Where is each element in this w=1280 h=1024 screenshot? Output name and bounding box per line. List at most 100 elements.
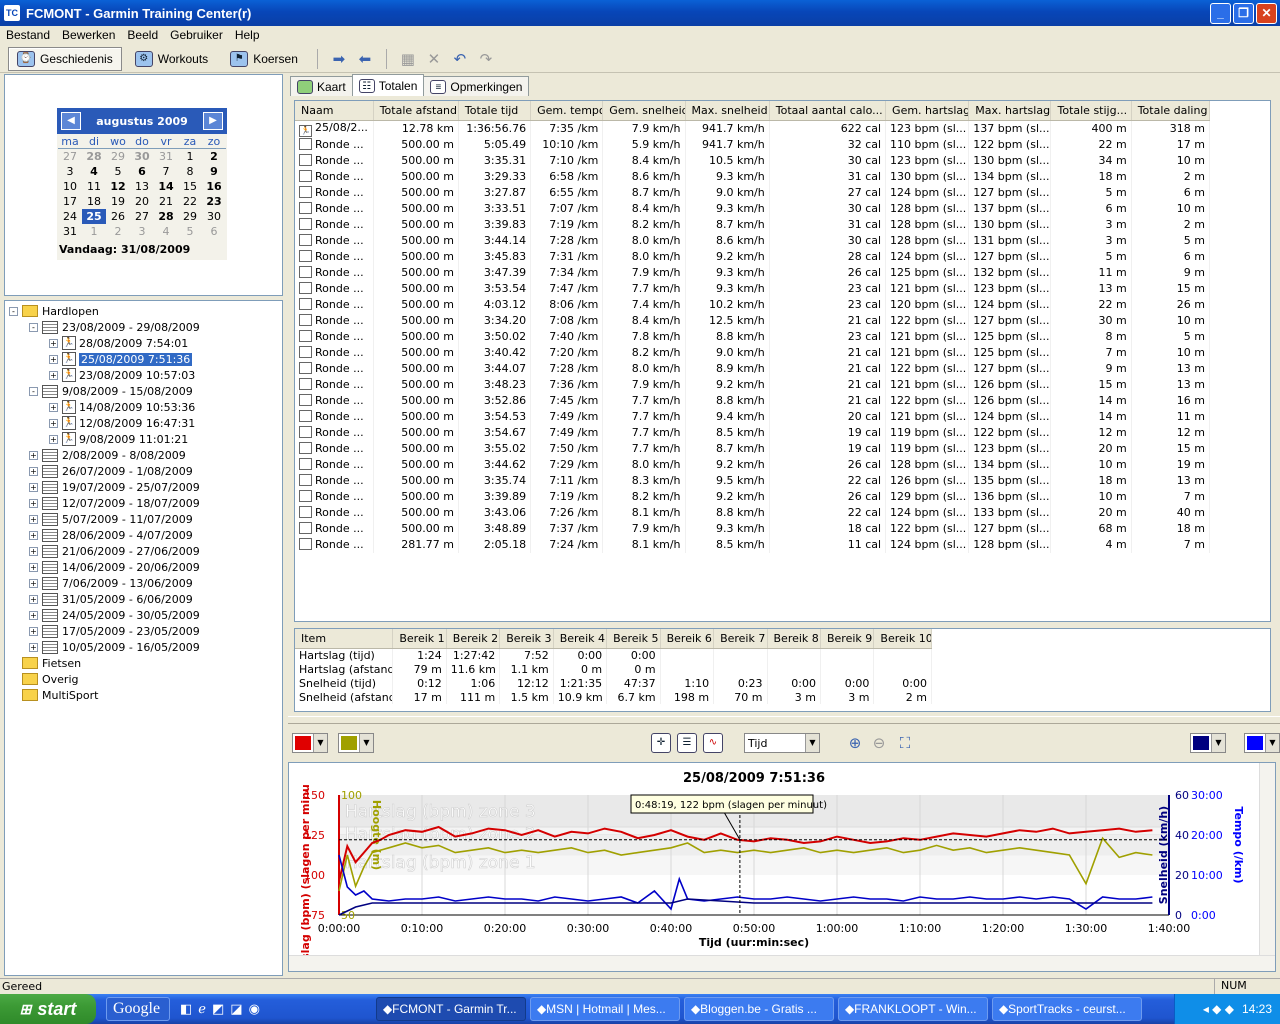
crosshair-icon[interactable]: ✛ — [651, 733, 671, 753]
expand-icon[interactable]: + — [29, 626, 38, 636]
laps-column-header[interactable]: Totale afstand — [373, 101, 459, 121]
zones-column-header[interactable]: Bereik 1 — [392, 629, 447, 649]
delete-icon[interactable]: ✕ — [423, 50, 445, 68]
expand-icon[interactable]: + — [29, 498, 38, 508]
calendar-day[interactable]: 8 — [178, 164, 202, 179]
calendar-day[interactable]: 2 — [202, 149, 226, 164]
lap-row[interactable]: Ronde ... 500.00 m 3:35.31 7:10 /km 8.4 km/h… — [295, 152, 1211, 169]
calendar-day[interactable]: 28 — [154, 209, 178, 224]
chart-vscrollbar[interactable] — [1259, 763, 1275, 955]
menu-gebruiker[interactable]: Gebruiker — [164, 28, 229, 42]
chart-svg[interactable]: Hartslag (bpm) zone 3Hartslag (bpm) zone… — [289, 763, 1259, 955]
calendar-day[interactable]: 16 — [202, 179, 226, 194]
calendar-day[interactable]: 30 — [130, 149, 154, 164]
collapse-icon[interactable]: - — [29, 386, 38, 396]
calendar-day[interactable]: 22 — [178, 194, 202, 209]
menu-bestand[interactable]: Bestand — [0, 28, 56, 42]
x-axis-select[interactable]: Tijd ▼ — [744, 733, 820, 753]
tree-item[interactable]: MultiSport — [9, 687, 98, 703]
expand-icon[interactable]: + — [29, 514, 38, 524]
google-toolbar[interactable]: Google — [106, 997, 170, 1021]
expand-icon[interactable]: + — [49, 402, 58, 412]
prev-month-button[interactable]: ◀ — [61, 112, 81, 130]
zones-column-header[interactable]: Item — [295, 629, 394, 649]
calendar-day[interactable]: 23 — [202, 194, 226, 209]
calendar-today[interactable]: Vandaag: 31/08/2009 — [57, 239, 227, 260]
zones-column-header[interactable]: Bereik 5 — [606, 629, 661, 649]
expand-icon[interactable]: + — [29, 642, 38, 652]
send-to-device-icon[interactable]: ➡ — [328, 50, 350, 68]
lap-row[interactable]: Ronde ... 500.00 m 3:40.42 7:20 /km 8.2 km/h… — [295, 344, 1211, 361]
tree-item[interactable]: + 🏃 23/08/2009 10:57:03 — [49, 367, 195, 383]
zones-toggle-icon[interactable]: ☰ — [677, 733, 697, 753]
calendar-day[interactable]: 1 — [178, 149, 202, 164]
tree-item[interactable]: +21/06/2009 - 27/06/2009 — [29, 543, 200, 559]
expand-icon[interactable]: + — [29, 466, 38, 476]
calendar-day[interactable]: 1 — [82, 224, 106, 239]
taskbar-button[interactable]: ◆ FCMONT - Garmin Tr... — [375, 997, 526, 1021]
taskbar-button[interactable]: ◆ SportTracks - ceurst... — [991, 997, 1142, 1021]
expand-icon[interactable]: + — [49, 370, 58, 380]
calendar-day[interactable]: 7 — [154, 164, 178, 179]
menu-bewerken[interactable]: Bewerken — [56, 28, 121, 42]
history-button[interactable]: ⌚ Geschiedenis — [8, 46, 122, 71]
courses-button[interactable]: ⚑ Koersen — [221, 47, 307, 71]
lap-row[interactable]: Ronde ... 500.00 m 3:50.02 7:40 /km 7.8 km/h… — [295, 328, 1211, 345]
menu-beeld[interactable]: Beeld — [121, 28, 164, 42]
right-axis-color-picker[interactable]: ▼ — [1190, 733, 1226, 753]
right2-axis-color-picker[interactable]: ▼ — [1244, 733, 1280, 753]
laps-column-header[interactable]: Totale tijd — [458, 101, 532, 121]
calendar-day[interactable]: 10 — [58, 179, 82, 194]
next-month-button[interactable]: ▶ — [203, 112, 223, 130]
calendar-day[interactable]: 3 — [58, 164, 82, 179]
taskbar-button[interactable]: ◆ FRANKLOOPT - Win... — [837, 997, 988, 1021]
lap-row[interactable]: Ronde ... 500.00 m 3:55.02 7:50 /km 7.7 km/h… — [295, 440, 1211, 457]
calendar-day[interactable]: 3 — [130, 224, 154, 239]
calendar-day[interactable]: 6 — [202, 224, 226, 239]
calendar-day[interactable]: 27 — [58, 149, 82, 164]
laps-column-header[interactable]: Totale daling — [1131, 101, 1211, 121]
calendar-day[interactable]: 13 — [130, 179, 154, 194]
horizontal-splitter[interactable] — [288, 716, 1280, 724]
calendar-day[interactable]: 11 — [82, 179, 106, 194]
calendar-day[interactable]: 17 — [58, 194, 82, 209]
quicklaunch-icon[interactable]: ◧ — [180, 1002, 192, 1017]
tree-item[interactable]: +10/05/2009 - 16/05/2009 — [29, 639, 200, 655]
tree-item[interactable]: +5/07/2009 - 11/07/2009 — [29, 511, 193, 527]
calendar-day[interactable]: 6 — [130, 164, 154, 179]
calendar-day[interactable]: 31 — [58, 224, 82, 239]
chart-hscrollbar[interactable] — [289, 955, 1275, 971]
calendar-day[interactable]: 2 — [106, 224, 130, 239]
tree-item[interactable]: +12/07/2009 - 18/07/2009 — [29, 495, 200, 511]
zones-column-header[interactable]: Bereik 10 — [873, 629, 932, 649]
collapse-icon[interactable]: - — [29, 322, 38, 332]
title-bar[interactable]: TC FCMONT - Garmin Training Center(r) _ … — [0, 0, 1280, 26]
expand-icon[interactable]: + — [49, 354, 58, 364]
calendar-day[interactable]: 27 — [130, 209, 154, 224]
tree-item[interactable]: + 🏃 14/08/2009 10:53:36 — [49, 399, 195, 415]
undo-icon[interactable]: ↶ — [449, 50, 471, 68]
tab-kaart[interactable]: Kaart — [290, 76, 353, 96]
tree-item[interactable]: + 🏃 25/08/2009 7:51:36 — [49, 351, 193, 367]
ie-icon[interactable]: ℯ — [198, 1002, 206, 1017]
quicklaunch-icon[interactable]: ◪ — [230, 1002, 242, 1017]
tree-item[interactable]: +26/07/2009 - 1/08/2009 — [29, 463, 193, 479]
calendar-day[interactable]: 14 — [154, 179, 178, 194]
folder-icon[interactable]: ▦ — [397, 50, 419, 68]
tree-item[interactable]: - 9/08/2009 - 15/08/2009 — [29, 383, 193, 399]
lap-row[interactable]: Ronde ... 500.00 m 3:48.89 7:37 /km 7.9 km/h… — [295, 520, 1211, 537]
lap-row[interactable]: Ronde ... 500.00 m 3:35.74 7:11 /km 8.3 km/h… — [295, 472, 1211, 489]
tree-item[interactable]: +2/08/2009 - 8/08/2009 — [29, 447, 186, 463]
tray-icons[interactable]: ◂ ◆ ◆ — [1203, 1002, 1234, 1016]
tab-opmerkingen[interactable]: ≡ Opmerkingen — [423, 76, 530, 96]
expand-icon[interactable]: + — [49, 418, 58, 428]
expand-icon[interactable]: + — [29, 482, 38, 492]
calendar-day[interactable]: 12 — [106, 179, 130, 194]
laps-column-header[interactable]: Naam — [295, 101, 374, 121]
close-button[interactable]: ✕ — [1256, 3, 1277, 24]
quicklaunch-icon[interactable]: ◩ — [212, 1002, 224, 1017]
expand-icon[interactable]: + — [29, 546, 38, 556]
zones-column-header[interactable]: Bereik 7 — [713, 629, 768, 649]
lap-row[interactable]: Ronde ... 500.00 m 3:44.07 7:28 /km 8.0 km/h… — [295, 360, 1211, 377]
zones-column-header[interactable]: Bereik 6 — [660, 629, 715, 649]
